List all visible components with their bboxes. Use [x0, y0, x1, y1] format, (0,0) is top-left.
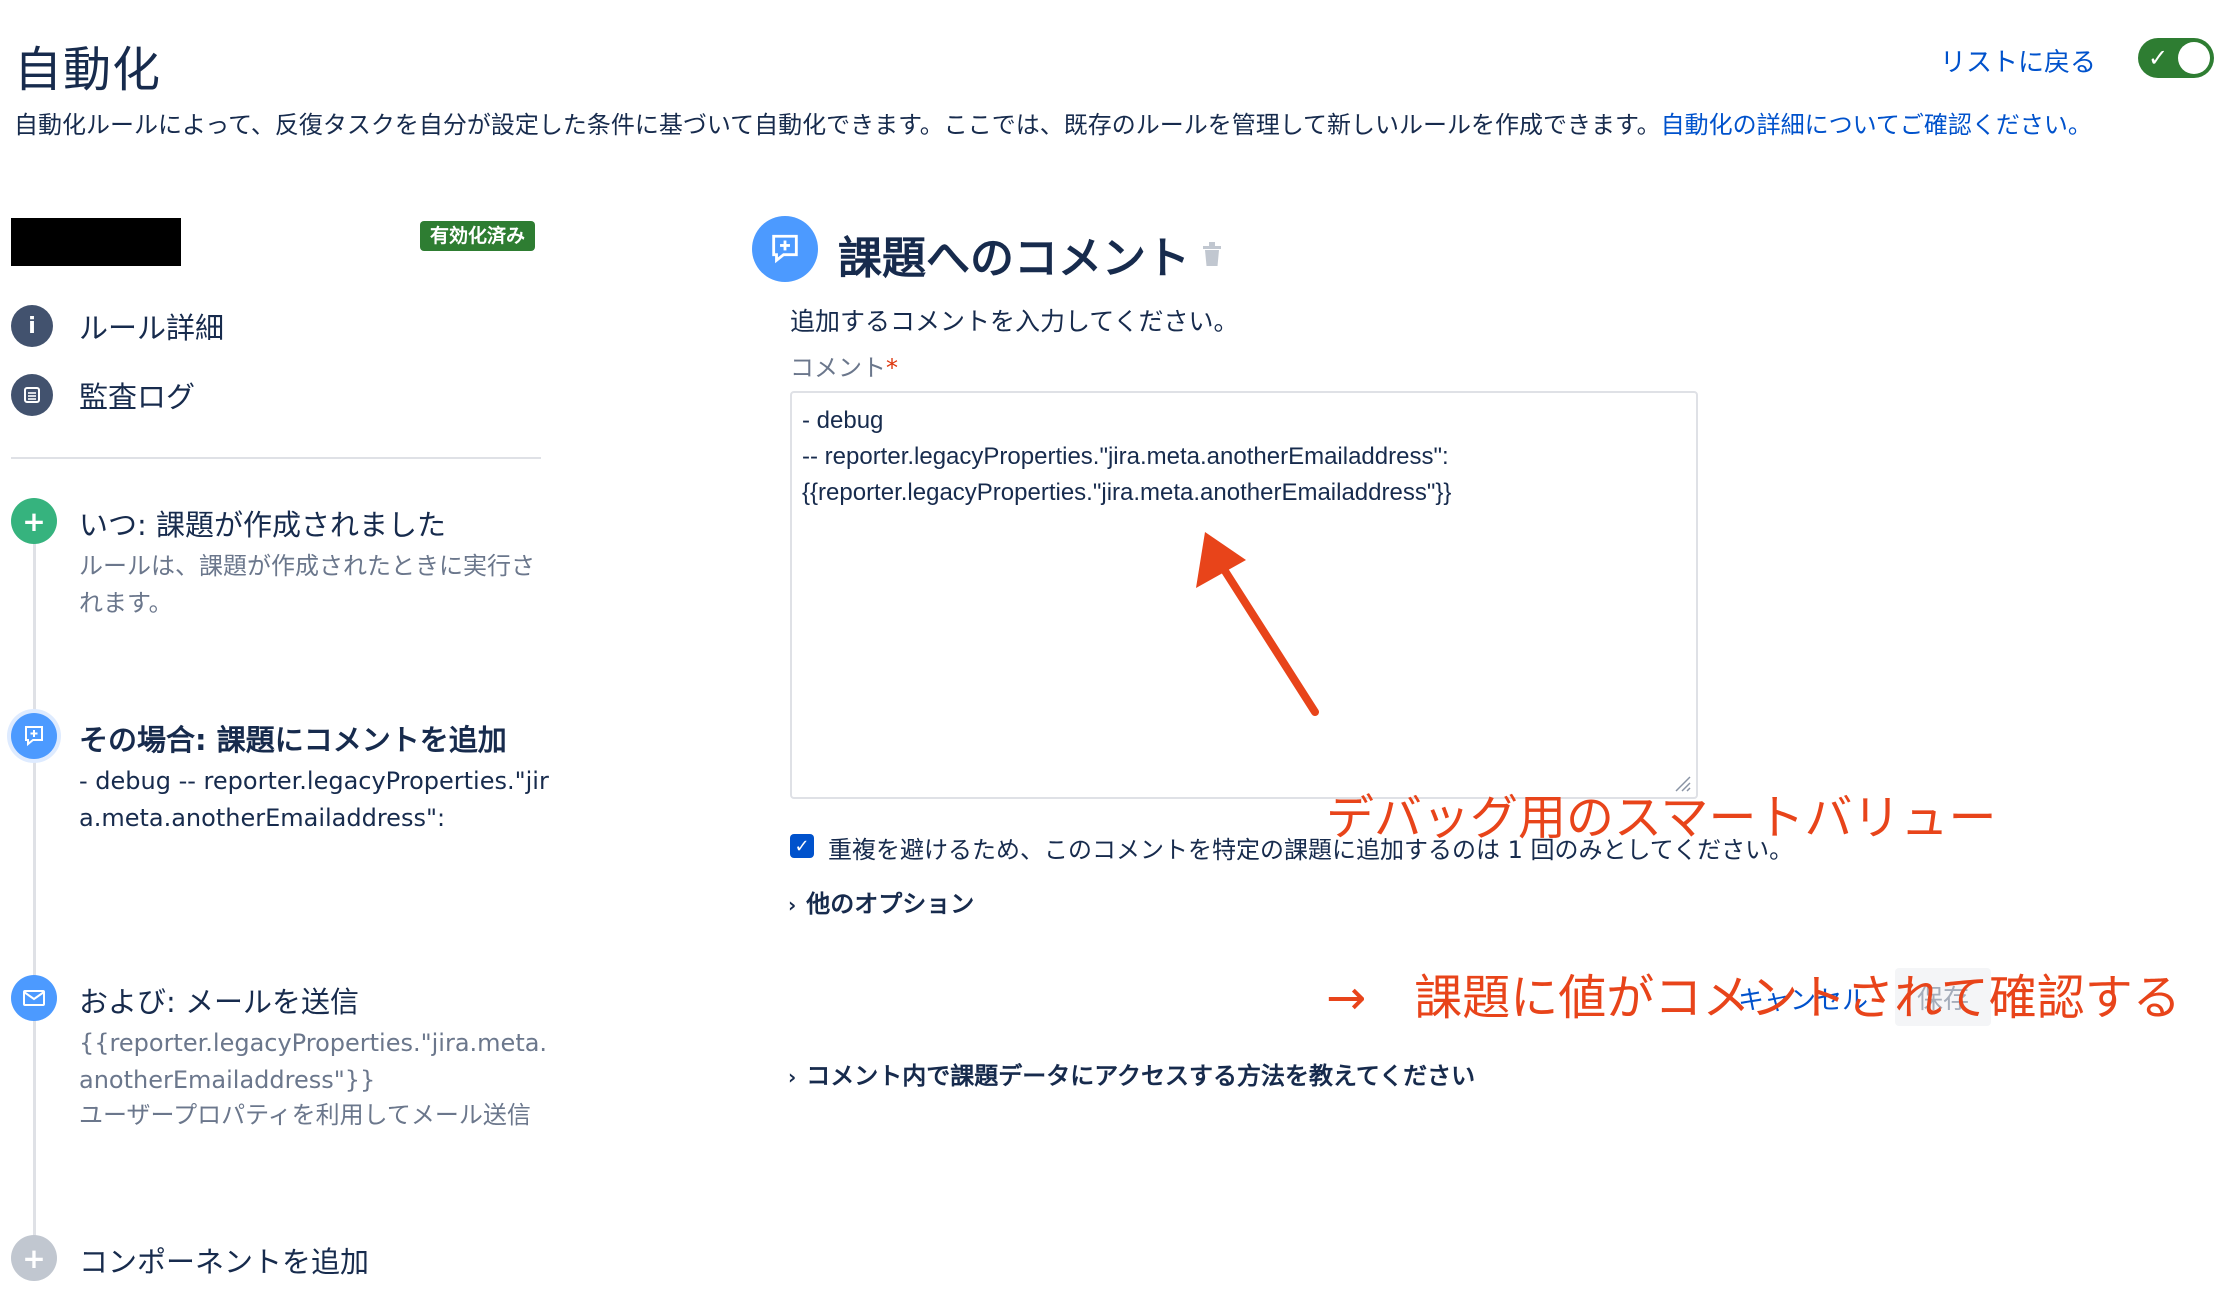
- add-component-button[interactable]: + コンポーネントを追加: [11, 1235, 551, 1285]
- mail-icon: [11, 975, 57, 1021]
- comment-field-label: コメント*: [790, 348, 898, 383]
- annotation-line: → 課題に値がコメントされて確認する: [1326, 970, 2181, 1026]
- step-title: その場合: 課題にコメントを追加: [79, 723, 507, 757]
- comment-line: - debug: [802, 407, 884, 434]
- nav-audit-log[interactable]: 監査ログ: [11, 374, 195, 416]
- info-icon: i: [11, 305, 53, 347]
- rule-enabled-toggle[interactable]: ✓: [2138, 38, 2214, 78]
- comment-line: {{reporter.legacyProperties."jira.meta.a…: [802, 479, 1452, 506]
- page-title: 自動化: [14, 42, 162, 98]
- step-description-note: ユーザープロパティを利用してメール送信: [79, 1101, 531, 1129]
- field-label-text: コメント: [790, 354, 886, 382]
- chevron-right-icon: ›: [788, 1065, 797, 1089]
- nav-label: ルール詳細: [79, 311, 225, 345]
- divider: [11, 457, 541, 459]
- check-icon: ✓: [2148, 44, 2169, 72]
- annotation-line: デバッグ用のスマートバリュー: [1326, 790, 1997, 846]
- back-to-list-link[interactable]: リストに戻る: [1940, 42, 2096, 79]
- required-mark: *: [886, 354, 898, 382]
- description-text: 自動化ルールによって、反復タスクを自分が設定した条件に基づいて自動化できます。こ…: [14, 111, 1661, 139]
- trash-icon[interactable]: [1200, 240, 1224, 268]
- toggle-knob: [2178, 42, 2210, 74]
- expander-label: 他のオプション: [806, 890, 975, 918]
- panel-instruction: 追加するコメントを入力してください。: [790, 307, 1239, 336]
- learn-more-link[interactable]: 自動化の詳細についてご確認ください。: [1661, 111, 2092, 139]
- step-title: および: メールを送信: [79, 985, 359, 1019]
- redacted-rule-name: [11, 218, 181, 266]
- step-title: コンポーネントを追加: [79, 1245, 370, 1279]
- step-description: {{reporter.legacyProperties."jira.meta.a…: [79, 1029, 548, 1094]
- step-description: - debug -- reporter.legacyProperties."ji…: [79, 767, 549, 832]
- nav-label: 監査ログ: [79, 380, 196, 414]
- more-options-expander[interactable]: › 他のオプション: [788, 884, 974, 919]
- step-add-comment[interactable]: その場合: 課題にコメントを追加 - debug -- reporter.leg…: [11, 713, 551, 883]
- step-send-email[interactable]: および: メールを送信 {{reporter.legacyProperties.…: [11, 975, 551, 1175]
- comment-icon: [11, 713, 57, 759]
- annotation-text: デバッグ用のスマートバリュー → 課題に値がコメントされて確認する: [1326, 668, 2181, 1088]
- plus-icon: +: [11, 1235, 57, 1281]
- chevron-right-icon: ›: [788, 893, 797, 917]
- status-badge: 有効化済み: [420, 221, 536, 251]
- page-description: 自動化ルールによって、反復タスクを自分が設定した条件に基づいて自動化できます。こ…: [14, 106, 2204, 144]
- comment-line: -- reporter.legacyProperties."jira.meta.…: [802, 443, 1449, 470]
- step-trigger[interactable]: + いつ: 課題が作成されました ルールは、課題が作成されたときに実行されます。: [11, 498, 551, 628]
- prevent-duplicates-checkbox[interactable]: ✓: [790, 834, 814, 858]
- step-description: ルールは、課題が作成されたときに実行されます。: [79, 552, 535, 617]
- panel-title: 課題へのコメント: [838, 233, 1190, 284]
- comment-icon: [752, 216, 818, 282]
- list-icon: [11, 374, 53, 416]
- plus-icon: +: [11, 498, 57, 544]
- nav-rule-details[interactable]: i ルール詳細: [11, 305, 224, 347]
- step-title: いつ: 課題が作成されました: [79, 508, 446, 542]
